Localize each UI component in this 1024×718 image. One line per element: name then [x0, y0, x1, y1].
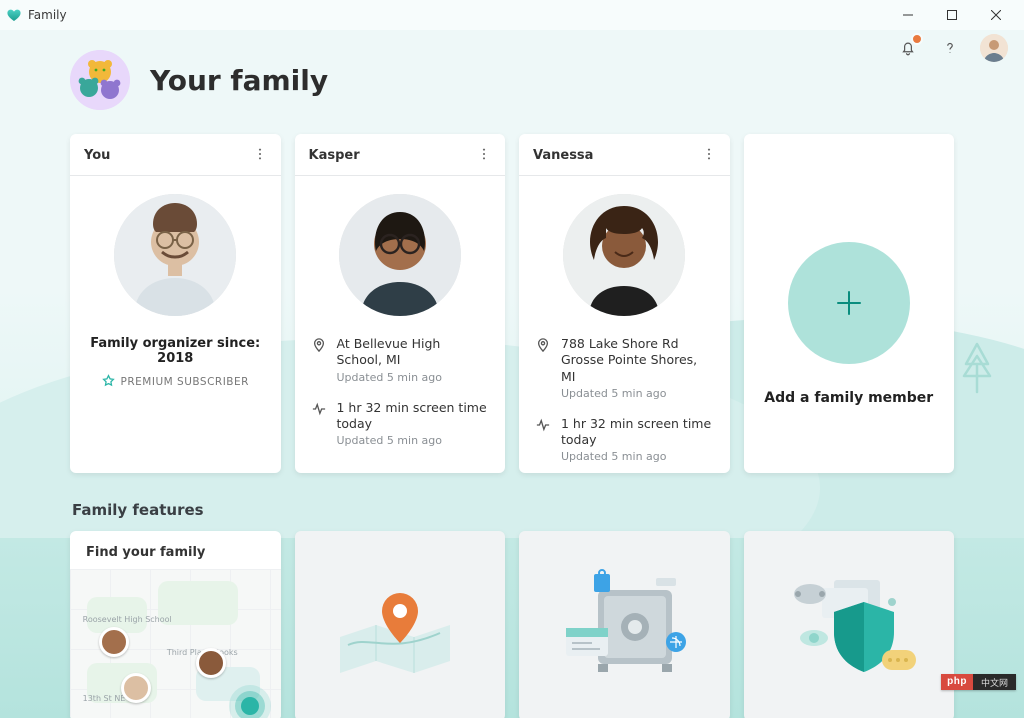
screentime-text: 1 hr 32 min screen time today [561, 416, 714, 449]
member-card-vanessa[interactable]: Vanessa 788 Lake Shore RdGrosse Pointe S… [519, 134, 730, 473]
member-card-you[interactable]: You Family organizer since: 2018 PREMIUM… [70, 134, 281, 473]
member-card-kasper[interactable]: Kasper At Bellevue High School, MI Updat… [295, 134, 506, 473]
app-icon [6, 7, 22, 23]
watermark: php 中文网 [941, 674, 1016, 690]
feature-card-find-family[interactable]: Find your family Roosevelt High School T… [70, 531, 281, 718]
page-title: Your family [150, 64, 328, 97]
activity-icon [311, 400, 327, 448]
location-text: At Bellevue High School, MI [337, 336, 490, 369]
location-illustration [295, 531, 506, 718]
window-close-button[interactable] [974, 0, 1018, 30]
safety-illustration [744, 531, 955, 718]
location-updated-text: Updated 5 min ago [337, 371, 490, 384]
page-content: Your family You Family organizer since: … [0, 30, 1024, 718]
watermark-brand: php [941, 674, 973, 690]
family-logo [70, 50, 130, 110]
screentime-text: 1 hr 32 min screen time today [337, 400, 490, 433]
member-name: You [84, 148, 110, 163]
feature-card-safety[interactable] [744, 531, 955, 718]
window-maximize-button[interactable] [930, 0, 974, 30]
features-section-title: Family features [72, 501, 954, 519]
member-avatar [563, 194, 685, 316]
window-minimize-button[interactable] [886, 0, 930, 30]
feature-card-vault[interactable] [519, 531, 730, 718]
member-name: Kasper [309, 148, 360, 163]
member-avatar [114, 194, 236, 316]
watermark-suffix: 中文网 [973, 674, 1016, 690]
page-header: Your family [70, 50, 954, 110]
location-icon [535, 336, 551, 400]
feature-card-location[interactable] [295, 531, 506, 718]
family-members-row: You Family organizer since: 2018 PREMIUM… [70, 134, 954, 473]
card-more-button[interactable] [253, 146, 267, 165]
map-avatar [121, 673, 151, 703]
map-label: 13th St NE [83, 694, 126, 703]
map-illustration: Roosevelt High School Third Place Books … [70, 569, 281, 718]
organizer-since-text: Family organizer since: 2018 [90, 336, 261, 366]
screentime-updated-text: Updated 5 min ago [337, 434, 490, 447]
add-member-label: Add a family member [764, 390, 933, 406]
card-more-button[interactable] [702, 146, 716, 165]
plus-icon [788, 242, 910, 364]
map-label: Roosevelt High School [83, 615, 172, 624]
screentime-updated-text: Updated 5 min ago [561, 450, 714, 463]
features-row: Find your family Roosevelt High School T… [70, 531, 954, 718]
map-avatar [99, 627, 129, 657]
premium-icon [102, 372, 115, 391]
location-icon [311, 336, 327, 384]
window-titlebar: Family [0, 0, 1024, 30]
vault-illustration [519, 531, 730, 718]
member-avatar [339, 194, 461, 316]
location-updated-text: Updated 5 min ago [561, 387, 714, 400]
premium-label: PREMIUM SUBSCRIBER [121, 376, 249, 388]
feature-title: Find your family [70, 531, 281, 574]
member-name: Vanessa [533, 148, 593, 163]
window-title: Family [28, 8, 67, 22]
add-member-card[interactable]: Add a family member [744, 134, 955, 473]
activity-icon [535, 416, 551, 464]
location-text: 788 Lake Shore RdGrosse Pointe Shores, M… [561, 336, 714, 385]
map-current-location-dot [241, 697, 259, 715]
card-more-button[interactable] [477, 146, 491, 165]
